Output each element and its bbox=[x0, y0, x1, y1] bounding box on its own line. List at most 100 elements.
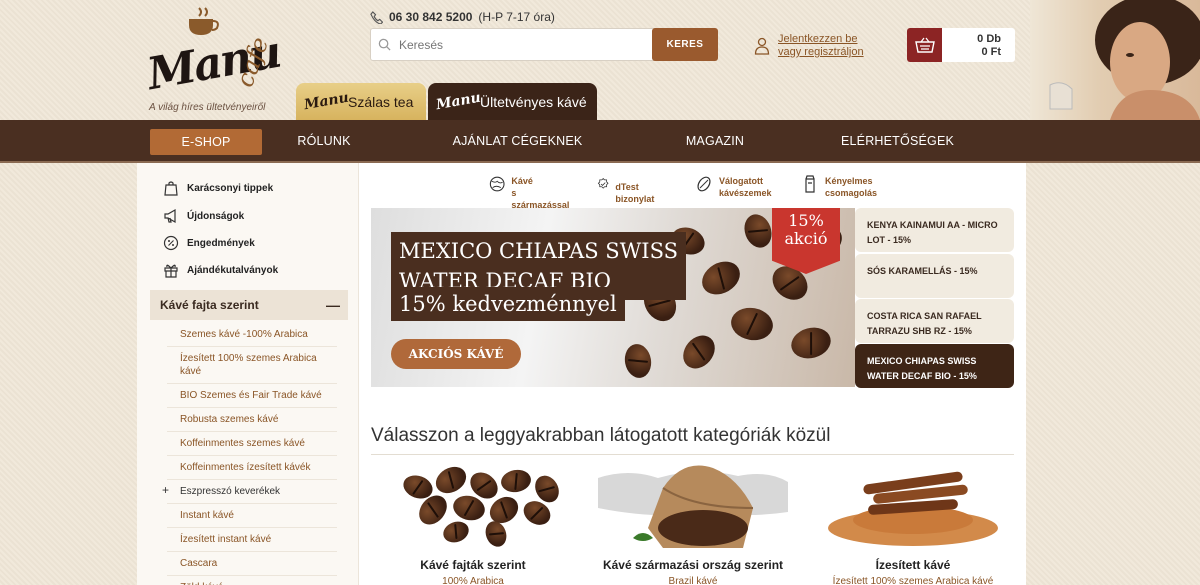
site-logo[interactable]: Manu cafe A világ híres ültetvényeiről bbox=[144, 4, 284, 116]
feature-line2: csomagolás bbox=[825, 188, 878, 198]
main-nav: E-SHOP RÓLUNK AJÁNLAT CÉGEKNEK MAGAZIN E… bbox=[0, 120, 1200, 163]
login-link[interactable]: Jelentkezzen be vagy regisztráljon bbox=[754, 33, 864, 59]
nav-eshop[interactable]: E-SHOP bbox=[150, 129, 262, 155]
tab-coffee[interactable]: Manu Ültetvényes kávé bbox=[428, 83, 597, 120]
cart-count: 0 Db bbox=[977, 33, 1001, 45]
banner-title-line1: MEXICO CHIAPAS SWISS bbox=[399, 239, 678, 263]
tab-tea-logo: Manu bbox=[302, 89, 350, 113]
feature-line2: kávészemek bbox=[719, 188, 772, 198]
package-icon bbox=[805, 175, 815, 193]
phone-number[interactable]: 06 30 842 5200 bbox=[389, 10, 472, 24]
promo-tab-mexico[interactable]: MEXICO CHIAPAS SWISS WATER DECAF BIO - 1… bbox=[855, 344, 1014, 388]
phone-info: 06 30 842 5200 (H-P 7-17 óra) bbox=[370, 10, 555, 24]
filter-item[interactable]: Cascara bbox=[167, 552, 337, 576]
filter-header[interactable]: Kávé fajta szerint — bbox=[150, 290, 348, 320]
category-card-types[interactable]: Kávé fajták szerint 100% Arabica bbox=[373, 458, 573, 585]
phone-hours: (H-P 7-17 óra) bbox=[478, 10, 555, 24]
search-input[interactable] bbox=[370, 28, 660, 61]
feature-line1: Válogatott bbox=[719, 176, 763, 186]
coffee-beans-image bbox=[373, 458, 573, 550]
nav-about[interactable]: RÓLUNK bbox=[268, 120, 380, 163]
search-icon bbox=[378, 38, 391, 51]
sidebar-item-label: Újdonságok bbox=[187, 210, 245, 222]
filter-item-expandable[interactable]: + Eszpresszó keverékek bbox=[162, 480, 337, 504]
feature-dtest: dTest bizonylat bbox=[597, 177, 660, 205]
login-line1: Jelentkezzen be bbox=[778, 33, 858, 45]
nav-magazine[interactable]: MAGAZIN bbox=[660, 120, 770, 163]
nav-contact[interactable]: ELÉRHETŐSÉGEK bbox=[825, 120, 970, 163]
category-card-flavored[interactable]: Ízesített kávé Ízesített 100% szemes Ara… bbox=[813, 458, 1013, 585]
logo-tagline: A világ híres ültetvényeiről bbox=[149, 102, 266, 113]
coffee-bean bbox=[787, 323, 835, 363]
filter-item-label: Eszpresszó keverékek bbox=[180, 486, 281, 497]
nav-business[interactable]: AJÁNLAT CÉGEKNEK bbox=[430, 120, 605, 163]
sale-coffee-button[interactable]: AKCIÓS KÁVÉ bbox=[391, 339, 521, 369]
filter-item[interactable]: Szemes kávé -100% Arabica bbox=[167, 323, 337, 347]
main-content: Karácsonyi tippek Újdonságok Engedmények… bbox=[137, 163, 1026, 585]
bean-icon bbox=[697, 176, 711, 192]
category-card-origin[interactable]: Kávé származási ország szerint Brazil ká… bbox=[593, 458, 793, 585]
sidebar-item-discounts[interactable]: Engedmények bbox=[163, 235, 255, 251]
cart-widget[interactable]: 0 Db 0 Ft bbox=[907, 28, 1015, 62]
search-bar: KERES bbox=[370, 28, 720, 61]
basket-icon bbox=[914, 37, 935, 53]
coffee-cup-icon bbox=[189, 7, 219, 35]
coffee-bean bbox=[728, 304, 776, 344]
filter-item[interactable]: BIO Szemes és Fair Trade kávé bbox=[167, 384, 337, 408]
login-text[interactable]: Jelentkezzen be vagy regisztráljon bbox=[778, 33, 864, 59]
sidebar-item-label: Ajándékutalványok bbox=[187, 264, 279, 276]
category-title: Ízesített kávé bbox=[875, 558, 951, 572]
filter-item[interactable]: Robusta szemes kávé bbox=[167, 408, 337, 432]
gift-icon bbox=[164, 264, 178, 278]
feature-origin: Kávé s származással bbox=[489, 175, 571, 211]
user-icon bbox=[754, 37, 770, 55]
collapse-icon[interactable]: — bbox=[326, 297, 340, 313]
sidebar-item-new[interactable]: Újdonságok bbox=[163, 208, 244, 224]
header-photo bbox=[1030, 0, 1200, 120]
cart-total: 0 Ft bbox=[981, 46, 1001, 58]
site-header: Manu cafe A világ híres ültetvényeiről 0… bbox=[0, 0, 1200, 120]
coffee-bean bbox=[676, 329, 722, 375]
expand-plus-icon[interactable]: + bbox=[162, 484, 169, 497]
filter-list: Szemes kávé -100% Arabica Ízesített 100%… bbox=[162, 323, 337, 585]
filter-item[interactable]: Instant kávé bbox=[167, 504, 337, 528]
check-badge-icon bbox=[597, 177, 609, 189]
discount-tag-percent: 15% bbox=[788, 211, 824, 230]
filter-title: Kávé fajta szerint bbox=[160, 298, 259, 312]
feature-packaging: Kényelmes csomagolás bbox=[801, 175, 877, 199]
sidebar-item-vouchers[interactable]: Ajándékutalványok bbox=[163, 262, 278, 278]
login-line2: vagy regisztráljon bbox=[778, 46, 864, 58]
tab-tea[interactable]: Manu Szálas tea bbox=[296, 83, 426, 120]
megaphone-icon bbox=[164, 208, 176, 224]
feature-line1: dTest bizonylat bbox=[615, 182, 655, 204]
coffee-sack-image bbox=[593, 458, 793, 550]
categories-heading: Válasszon a leggyakrabban látogatott kat… bbox=[371, 425, 831, 446]
filter-item[interactable]: Koffeinmentes ízesített kávék bbox=[167, 456, 337, 480]
coffee-bean bbox=[739, 210, 777, 252]
category-link[interactable]: Brazil kávé bbox=[593, 576, 793, 585]
filter-item[interactable]: Ízesített 100% szemes Arabica kávé bbox=[167, 347, 337, 384]
filter-item[interactable]: Ízesített instant kávé bbox=[167, 528, 337, 552]
cinnamon-image bbox=[813, 458, 1013, 550]
promo-tab-kenya[interactable]: KENYA KAINAMUI AA - MICRO LOT - 15% bbox=[855, 208, 1014, 252]
tab-coffee-label: Ültetvényes kávé bbox=[480, 93, 587, 110]
coffee-bean bbox=[696, 255, 746, 301]
filter-item[interactable]: Zöld kávé bbox=[167, 576, 337, 585]
feature-beans: Válogatott kávészemek bbox=[695, 175, 772, 199]
category-link[interactable]: Ízesített 100% szemes Arabica kávé bbox=[813, 576, 1013, 585]
category-link[interactable]: 100% Arabica bbox=[373, 576, 573, 585]
tab-tea-label: Szálas tea bbox=[348, 93, 414, 110]
sidebar-item-label: Engedmények bbox=[187, 237, 255, 249]
divider bbox=[371, 454, 1014, 455]
cart-icon-box bbox=[907, 28, 942, 62]
filter-item[interactable]: Koffeinmentes szemes kávé bbox=[167, 432, 337, 456]
sidebar-item-christmas[interactable]: Karácsonyi tippek bbox=[163, 180, 273, 196]
search-button[interactable]: KERES bbox=[652, 28, 718, 61]
feature-line1: Kávé bbox=[511, 176, 533, 186]
discount-tag-label: akció bbox=[784, 229, 828, 248]
category-title: Kávé fajták szerint bbox=[420, 558, 526, 572]
promo-tab-costa-rica[interactable]: COSTA RICA SAN RAFAEL TARRAZU SHB RZ - 1… bbox=[855, 299, 1014, 343]
sidebar: Karácsonyi tippek Újdonságok Engedmények… bbox=[137, 163, 359, 585]
promo-banner[interactable]: MEXICO CHIAPAS SWISS WATER DECAF BIO 15%… bbox=[371, 208, 855, 387]
promo-tab-salted-caramel[interactable]: SÓS KARAMELLÁS - 15% bbox=[855, 254, 1014, 298]
